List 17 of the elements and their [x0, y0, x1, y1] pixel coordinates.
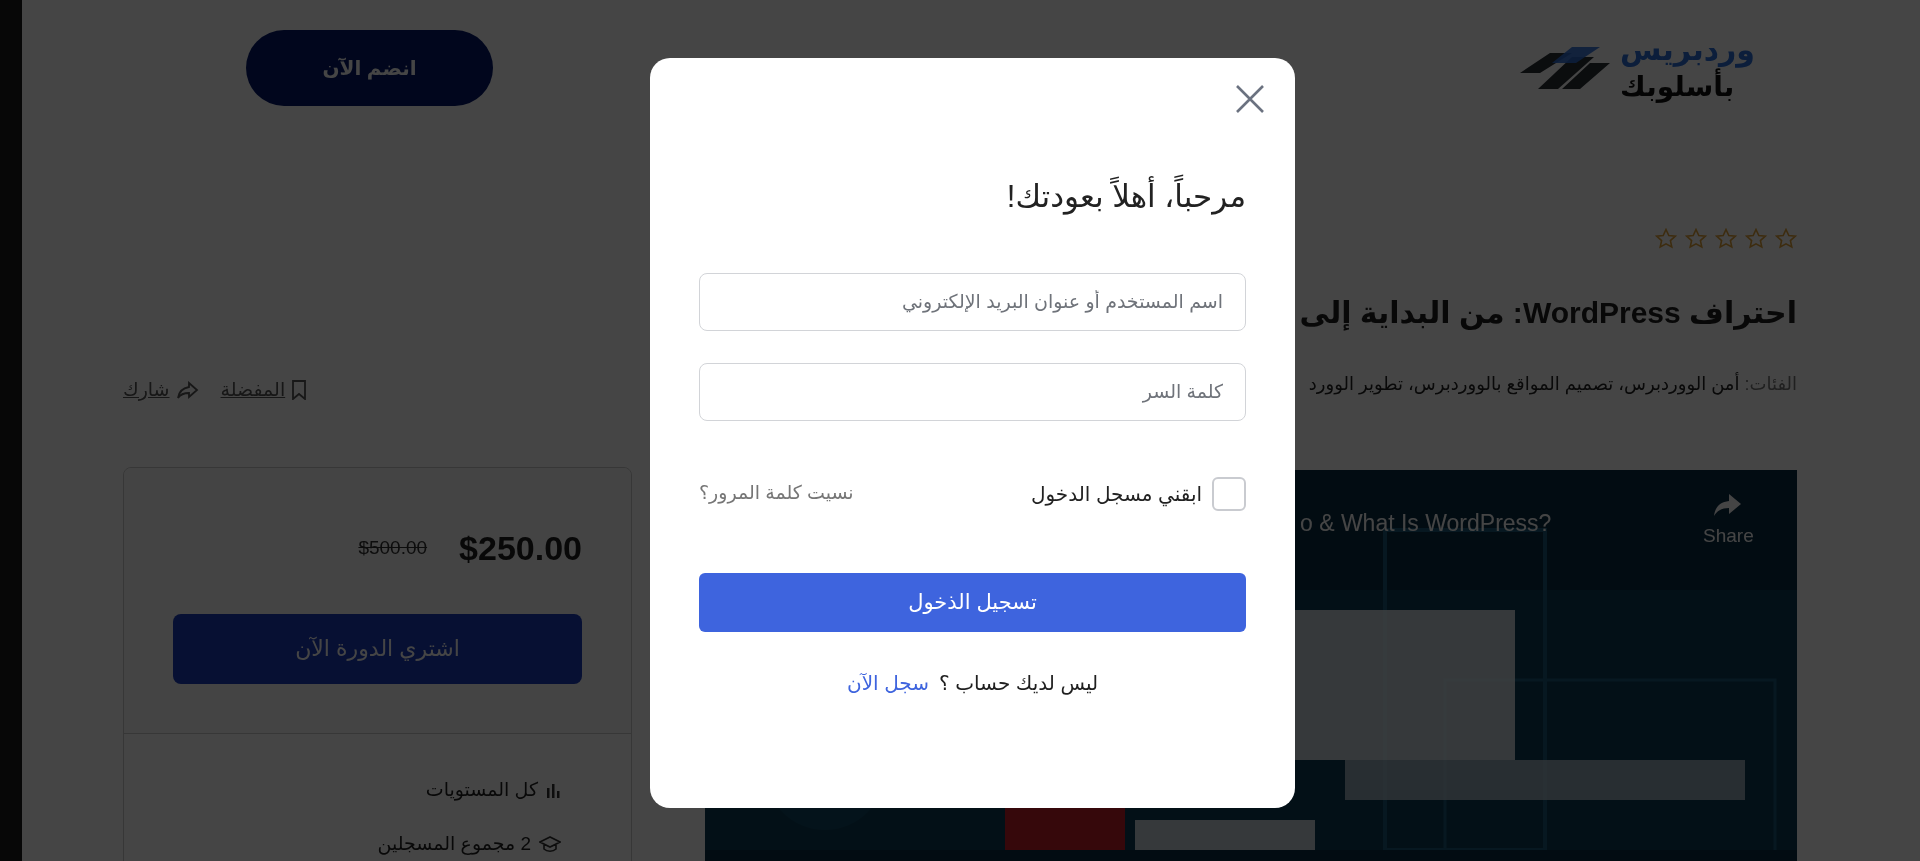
- login-button[interactable]: تسجيل الذخول: [699, 572, 1246, 632]
- logo-text: وردبريس: [1620, 32, 1755, 68]
- signup-prompt: ليس لديك حساب ؟: [939, 670, 1099, 697]
- checkbox-label: ابقني مسجل الدخول: [1030, 481, 1202, 509]
- checkbox[interactable]: [1212, 476, 1246, 511]
- dialog-title: مرحباً، أهلاً بعودتك!: [699, 174, 1246, 221]
- meta-text: 2 مجموع المسجلين: [377, 832, 531, 857]
- categories-list: أمن الووردبرس، تصميم المواقع بالووردبرس، تطوير الوورد: [1308, 374, 1740, 394]
- password-field[interactable]: كلمة السر: [699, 362, 1246, 421]
- price: $250.00: [459, 527, 582, 569]
- video-title: o & What Is WordPress?: [1300, 509, 1552, 538]
- meta-text: كل المستويات: [425, 777, 538, 803]
- signup-link[interactable]: سجل الآن: [846, 667, 929, 698]
- logo-text: بأسلوبك: [1620, 69, 1735, 106]
- close-icon: [1234, 83, 1266, 115]
- forgot-password-link[interactable]: نسيت كلمة المرور؟: [699, 479, 854, 508]
- course-title: احتراف WordPress: من البداية إلى: [1299, 295, 1797, 331]
